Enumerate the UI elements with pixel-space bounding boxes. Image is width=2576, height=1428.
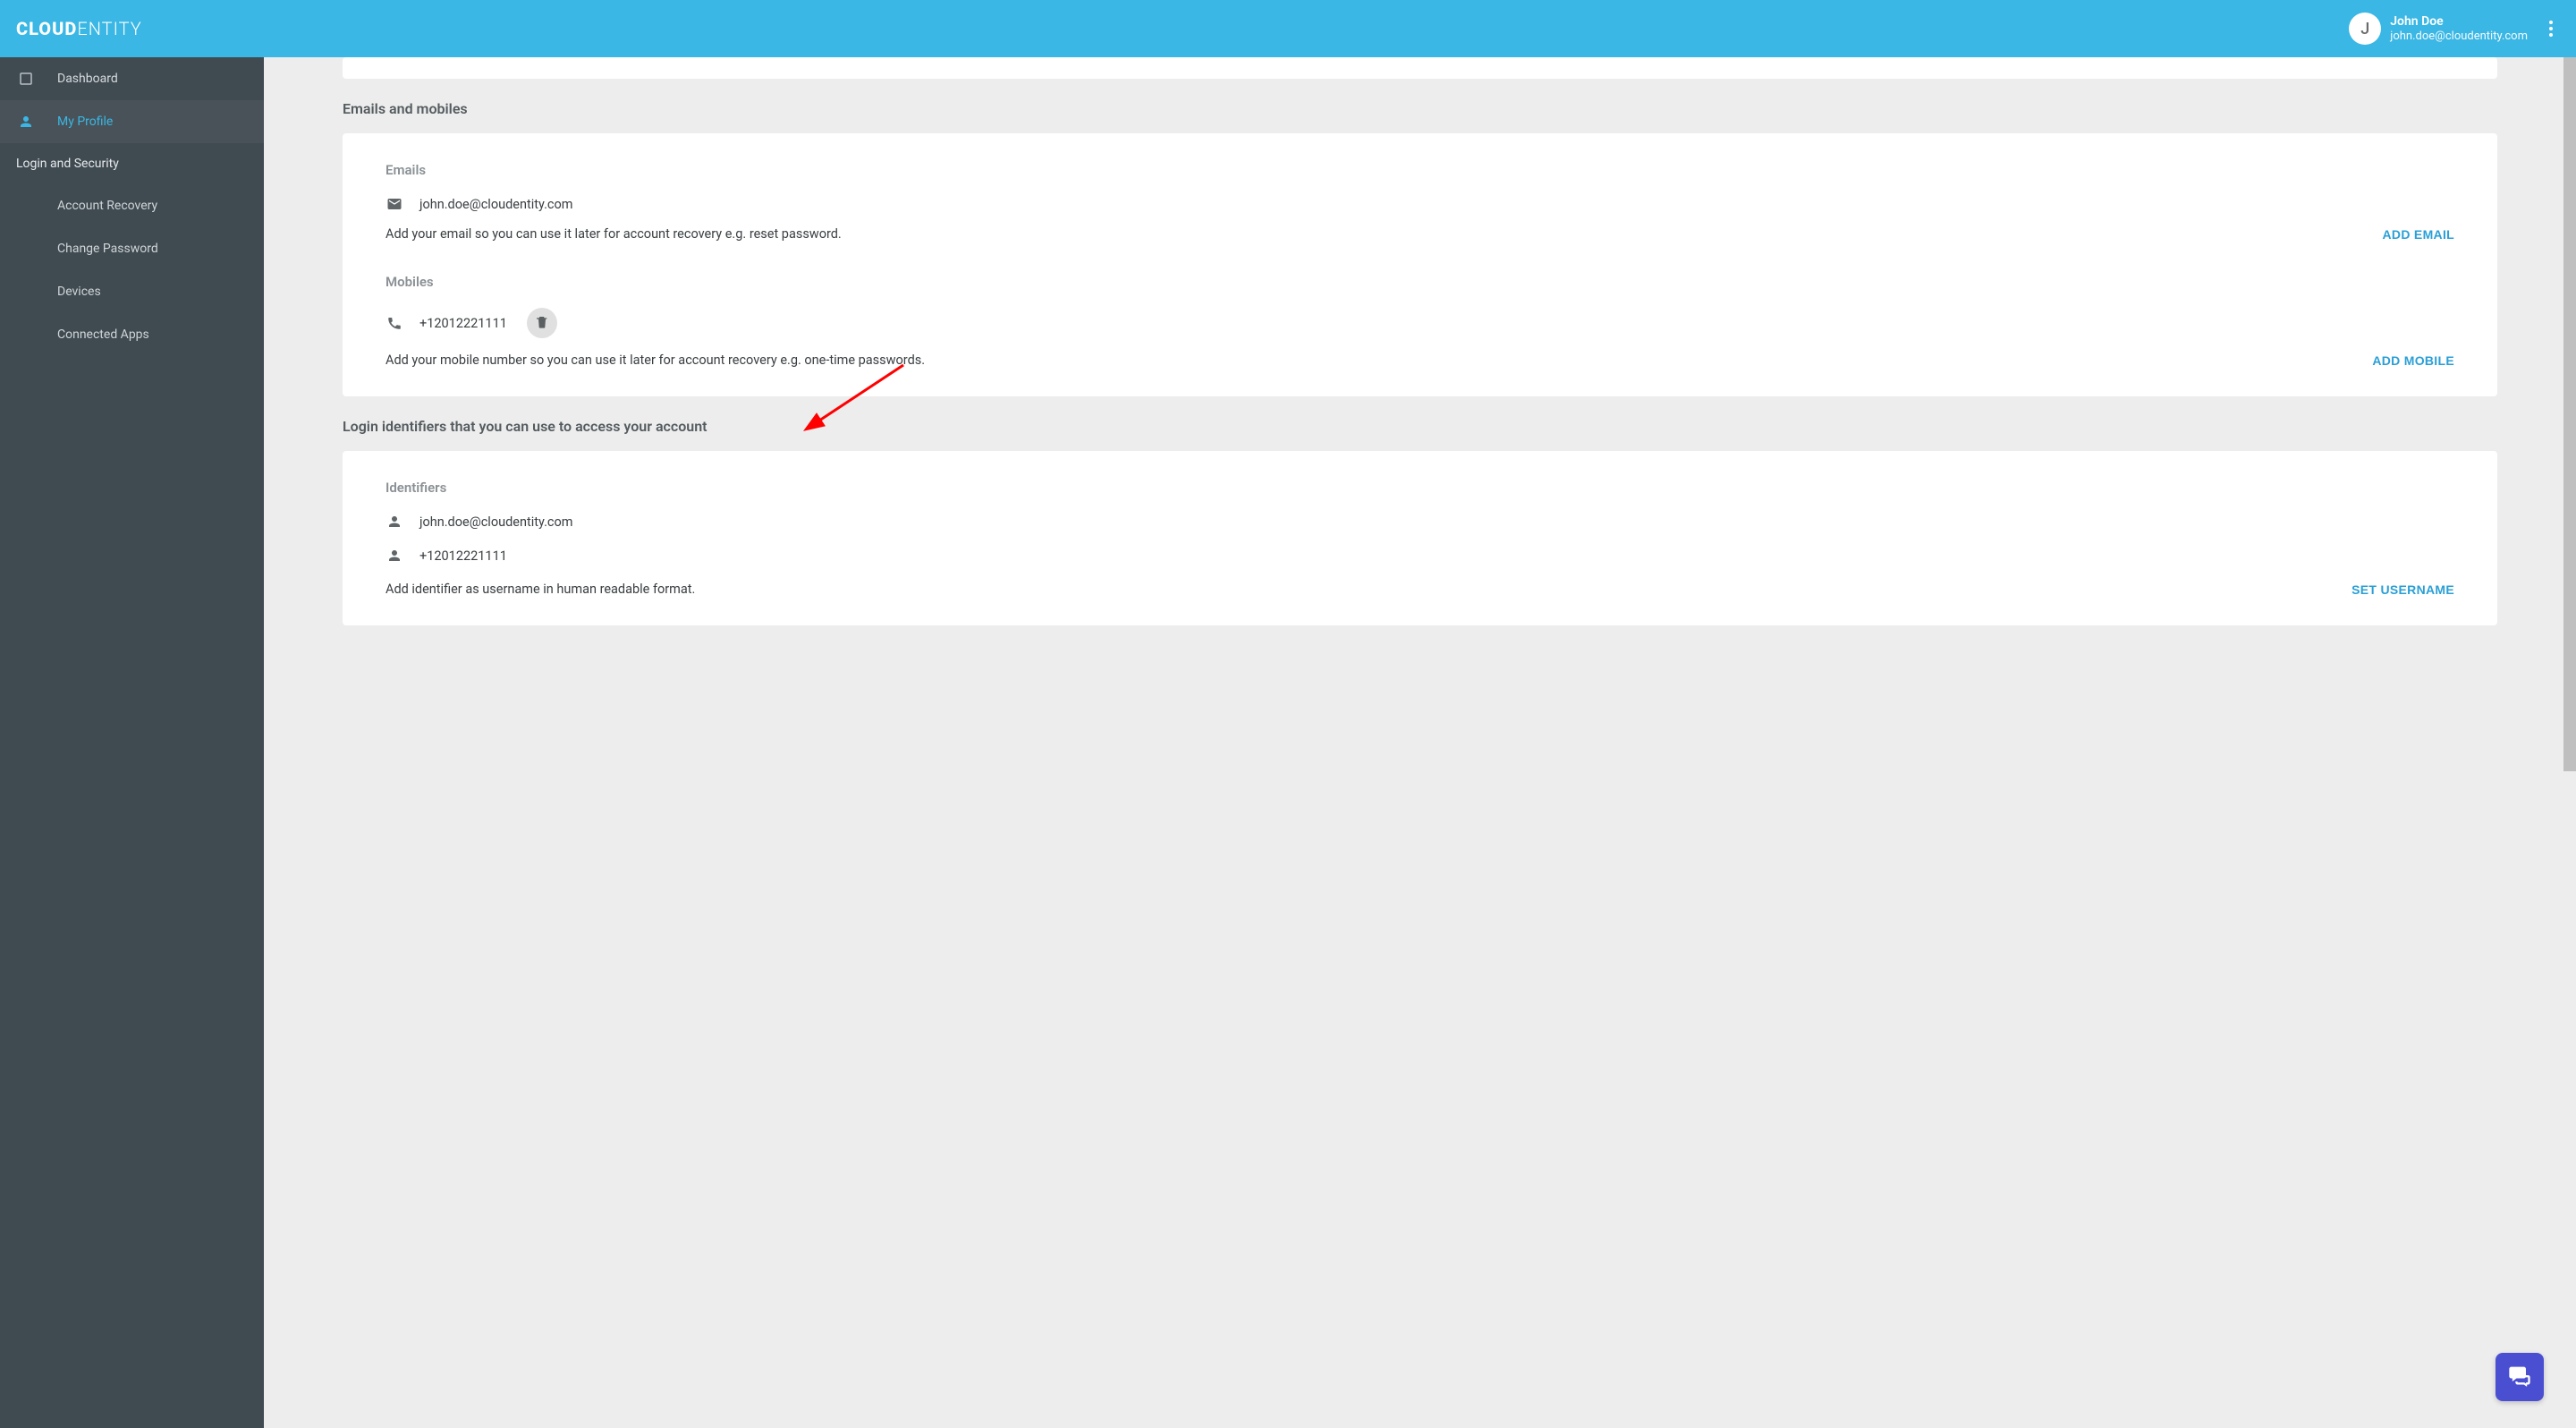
identifier-helper-text: Add identifier as username in human read… <box>386 582 2330 597</box>
sidebar-item-connected-apps[interactable]: Connected Apps <box>0 313 264 356</box>
sidebar-item-devices[interactable]: Devices <box>0 270 264 313</box>
brand-thin: ENTITY <box>77 18 141 39</box>
user-name: John Doe <box>2390 14 2528 30</box>
set-username-button[interactable]: SET USERNAME <box>2351 582 2454 597</box>
header-right: J John Doe john.doe@cloudentity.com <box>2349 13 2562 45</box>
email-action-row: Add your email so you can use it later f… <box>386 226 2454 242</box>
add-mobile-button[interactable]: ADD MOBILE <box>2372 353 2454 368</box>
section-title-identifiers: Login identifiers that you can use to ac… <box>343 418 2497 435</box>
chat-fab[interactable] <box>2496 1353 2544 1401</box>
sidebar: Dashboard My Profile Login and Security … <box>0 57 264 1428</box>
card-top-fragment <box>343 57 2497 79</box>
identifier-email-value: john.doe@cloudentity.com <box>419 514 572 530</box>
trash-icon <box>535 315 549 332</box>
sidebar-section-login-security: Login and Security <box>0 143 264 184</box>
emails-label: Emails <box>386 162 2454 178</box>
sidebar-item-dashboard[interactable]: Dashboard <box>0 57 264 100</box>
mobiles-label: Mobiles <box>386 274 2454 290</box>
email-helper-text: Add your email so you can use it later f… <box>386 226 2361 242</box>
sidebar-item-label: My Profile <box>57 115 113 129</box>
identifier-row: john.doe@cloudentity.com <box>386 514 2454 530</box>
section-title-emails-mobiles: Emails and mobiles <box>343 100 2497 117</box>
person-icon <box>386 548 403 564</box>
sidebar-item-my-profile[interactable]: My Profile <box>0 100 264 143</box>
person-icon <box>16 114 36 130</box>
identifier-row: +12012221111 <box>386 548 2454 564</box>
delete-mobile-button[interactable] <box>527 308 557 338</box>
brand-logo: CLOUDENTITY <box>16 18 142 39</box>
scrollbar[interactable] <box>2563 57 2576 771</box>
add-email-button[interactable]: ADD EMAIL <box>2383 227 2454 242</box>
mobile-value: +12012221111 <box>419 316 507 331</box>
email-icon <box>386 196 403 212</box>
avatar: J <box>2349 13 2381 45</box>
email-row: john.doe@cloudentity.com <box>386 196 2454 212</box>
mobile-row: +12012221111 <box>386 308 2454 338</box>
sidebar-item-account-recovery[interactable]: Account Recovery <box>0 184 264 227</box>
mobile-helper-text: Add your mobile number so you can use it… <box>386 353 2351 368</box>
user-text: John Doe john.doe@cloudentity.com <box>2390 14 2528 43</box>
phone-icon <box>386 315 403 331</box>
brand-bold: CLOUD <box>16 18 77 39</box>
sidebar-item-label: Dashboard <box>57 72 118 86</box>
person-icon <box>386 514 403 530</box>
email-value: john.doe@cloudentity.com <box>419 197 572 212</box>
card-emails-mobiles: Emails john.doe@cloudentity.com Add your… <box>343 133 2497 396</box>
identifiers-label: Identifiers <box>386 480 2454 496</box>
chat-icon <box>2507 1363 2532 1391</box>
dashboard-icon <box>16 71 36 87</box>
sidebar-item-change-password[interactable]: Change Password <box>0 227 264 270</box>
user-email: john.doe@cloudentity.com <box>2390 30 2528 44</box>
identifier-phone-value: +12012221111 <box>419 548 507 564</box>
mobile-action-row: Add your mobile number so you can use it… <box>386 353 2454 368</box>
card-identifiers: Identifiers john.doe@cloudentity.com +12… <box>343 451 2497 625</box>
app-header: CLOUDENTITY J John Doe john.doe@cloudent… <box>0 0 2576 57</box>
more-menu-icon[interactable] <box>2540 18 2562 39</box>
identifier-action-row: Add identifier as username in human read… <box>386 582 2454 597</box>
main-content: Emails and mobiles Emails john.doe@cloud… <box>264 57 2576 1428</box>
user-block[interactable]: J John Doe john.doe@cloudentity.com <box>2349 13 2528 45</box>
